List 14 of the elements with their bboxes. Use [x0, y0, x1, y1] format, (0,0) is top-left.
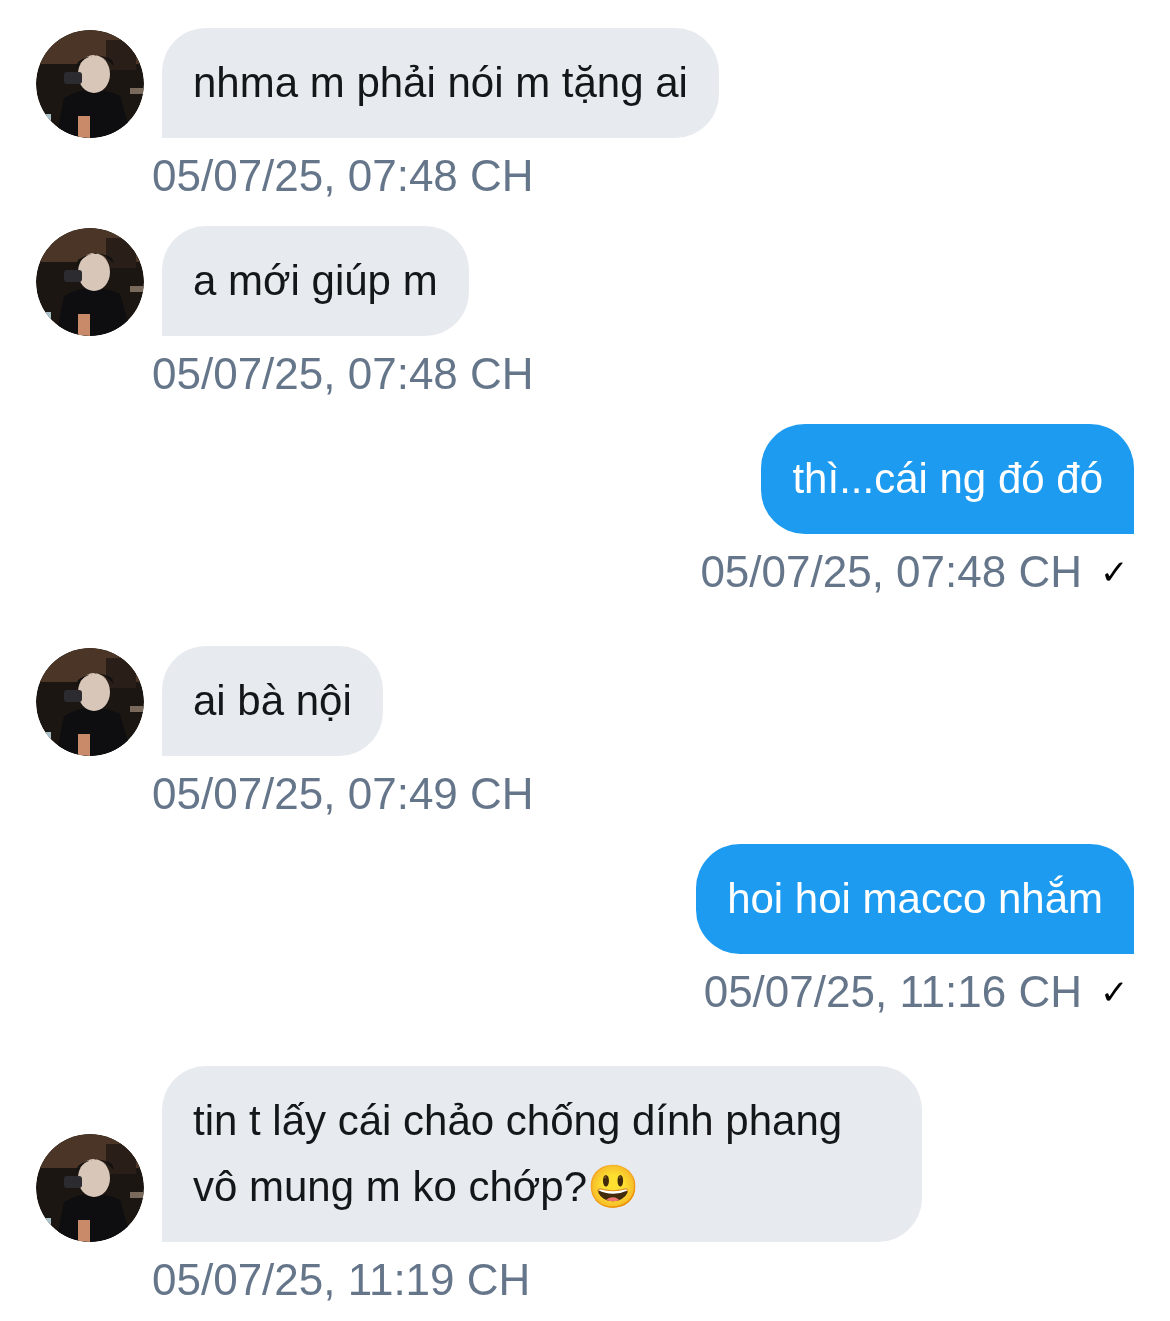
message-bubble: thì...cái ng đó đó — [761, 424, 1134, 534]
message-bubble: hoi hoi macco nhắm — [696, 844, 1134, 954]
timestamp: 05/07/25, 11:19 CH — [152, 1254, 531, 1306]
message-bubble: a mới giúp m — [162, 226, 469, 336]
timestamp: 05/07/25, 07:48 CH — [152, 348, 534, 400]
message-bubble: ai bà nội — [162, 646, 383, 756]
sent-check: ✓ — [1100, 552, 1128, 593]
timestamp: 05/07/25, 11:16 CH — [703, 966, 1082, 1018]
timestamp: 05/07/25, 07:48 CH — [700, 546, 1082, 598]
timestamp: 05/07/25, 07:49 CH — [152, 768, 534, 820]
message-bubble: nhma m phải nói m tặng ai — [162, 28, 719, 138]
timestamp: 05/07/25, 07:48 CH — [152, 150, 534, 202]
message-bubble: tin t lấy cái chảo chống dính phang vô mung m ko chớp?😃 — [162, 1066, 922, 1242]
sent-check: ✓ — [1100, 972, 1128, 1013]
